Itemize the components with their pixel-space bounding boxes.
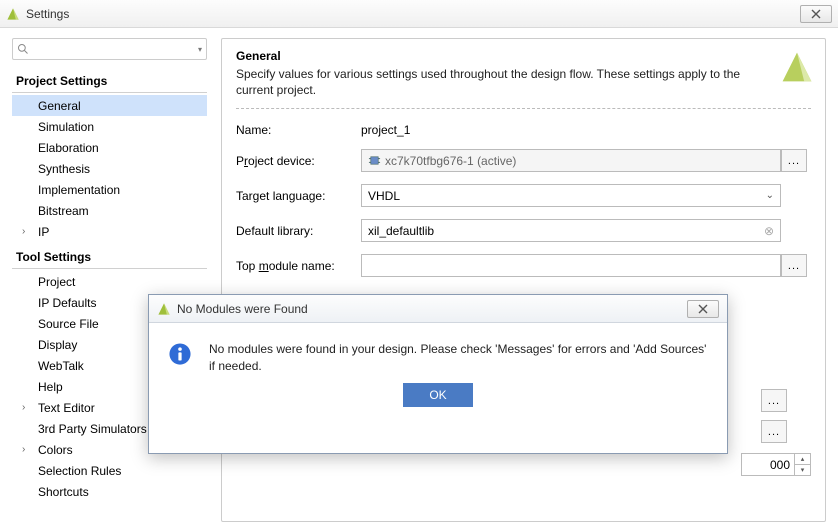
nav-ip[interactable]: ›IP (12, 221, 207, 242)
nav-implementation[interactable]: Implementation (12, 179, 207, 200)
nav-simulation[interactable]: Simulation (12, 116, 207, 137)
nav-project[interactable]: Project (12, 271, 207, 292)
numeric-value: 000 (742, 458, 794, 472)
clear-icon[interactable]: ⊗ (764, 224, 774, 238)
hidden-controls: ... ... (761, 389, 811, 451)
default-library-field[interactable]: ⊗ (361, 219, 781, 242)
top-module-input[interactable] (368, 259, 774, 273)
info-icon (167, 341, 193, 367)
window-titlebar: Settings (0, 0, 838, 28)
app-logo-icon (157, 302, 171, 316)
target-language-label: Target language: (236, 189, 361, 203)
nav-shortcuts[interactable]: Shortcuts (12, 481, 207, 502)
search-icon (17, 43, 29, 55)
settings-form: Name: project_1 Project device: xc7k70tf… (236, 123, 811, 277)
target-language-select[interactable]: VHDL ⌄ (361, 184, 781, 207)
project-device-browse-button[interactable]: ... (781, 149, 807, 172)
nav-general[interactable]: General (12, 95, 207, 116)
project-device-field[interactable]: xc7k70tfbg676-1 (active) (361, 149, 781, 172)
dialog-message: No modules were found in your design. Pl… (209, 341, 709, 375)
nav-synthesis[interactable]: Synthesis (12, 158, 207, 179)
top-module-browse-button[interactable]: ... (781, 254, 807, 277)
chevron-right-icon[interactable]: › (22, 402, 25, 413)
numeric-spinner[interactable]: 000 ▴ ▾ (741, 453, 811, 476)
default-library-label: Default library: (236, 224, 361, 238)
window-close-button[interactable] (800, 5, 832, 23)
search-dropdown-icon[interactable]: ▾ (198, 45, 202, 54)
nav-elaboration[interactable]: Elaboration (12, 137, 207, 158)
dialog-close-button[interactable] (687, 300, 719, 318)
close-icon (698, 304, 708, 314)
panel-description: Specify values for various settings used… (236, 66, 811, 98)
search-box[interactable]: ▾ (12, 38, 207, 60)
search-input[interactable] (31, 42, 198, 56)
group-project-settings: Project Settings (12, 70, 207, 93)
browse-button-2[interactable]: ... (761, 420, 787, 443)
spin-down-icon[interactable]: ▾ (795, 465, 810, 475)
dialog-titlebar: No Modules were Found (149, 295, 727, 323)
chevron-right-icon[interactable]: › (22, 444, 25, 455)
dialog-title: No Modules were Found (177, 302, 687, 316)
tree-project-settings: General Simulation Elaboration Synthesis… (12, 95, 207, 242)
top-module-label: Top module name: (236, 259, 361, 273)
group-tool-settings: Tool Settings (12, 246, 207, 269)
app-logo-icon (6, 7, 20, 21)
nav-bitstream[interactable]: Bitstream (12, 200, 207, 221)
browse-button-1[interactable]: ... (761, 389, 787, 412)
chevron-right-icon[interactable]: › (22, 226, 25, 237)
default-library-input[interactable] (368, 224, 764, 238)
project-device-label: Project device: (236, 154, 361, 168)
top-module-field[interactable] (361, 254, 781, 277)
name-label: Name: (236, 123, 361, 137)
ok-button[interactable]: OK (403, 383, 473, 407)
no-modules-dialog: No Modules were Found No modules were fo… (148, 294, 728, 454)
separator (236, 108, 811, 109)
window-title: Settings (26, 7, 800, 21)
close-icon (811, 9, 821, 19)
chip-icon (368, 154, 381, 167)
project-device-value: xc7k70tfbg676-1 (active) (385, 154, 516, 168)
target-language-value: VHDL (368, 189, 400, 203)
chevron-down-icon: ⌄ (766, 190, 774, 201)
spin-up-icon[interactable]: ▴ (795, 454, 810, 465)
name-value: project_1 (361, 123, 781, 137)
panel-title: General (236, 49, 811, 63)
nav-selection-rules[interactable]: Selection Rules (12, 460, 207, 481)
panel-logo-icon (779, 49, 815, 85)
